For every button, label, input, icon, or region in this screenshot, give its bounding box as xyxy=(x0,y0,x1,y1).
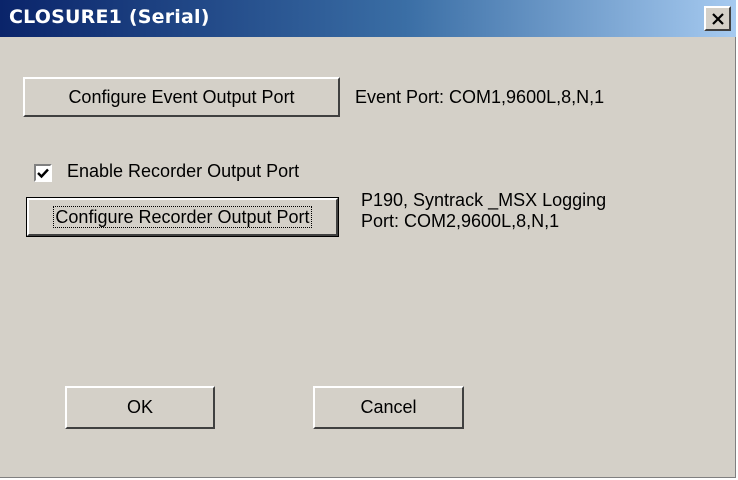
title-bar[interactable]: CLOSURE1 (Serial) xyxy=(0,0,736,37)
dialog-window: CLOSURE1 (Serial) Configure Event Output… xyxy=(0,0,736,478)
close-icon xyxy=(711,12,724,25)
checkmark-icon xyxy=(37,168,49,178)
window-title: CLOSURE1 (Serial) xyxy=(9,6,210,28)
recorder-port-status-line2: Port: COM2,9600L,8,N,1 xyxy=(361,211,560,231)
configure-recorder-output-port-label: Configure Recorder Output Port xyxy=(53,206,312,228)
close-button[interactable] xyxy=(704,6,731,31)
ok-button-label: OK xyxy=(126,397,153,417)
configure-recorder-output-port-button[interactable]: Configure Recorder Output Port xyxy=(26,197,339,237)
event-port-status: Event Port: COM1,9600L,8,N,1 xyxy=(355,87,605,107)
enable-recorder-output-port-checkbox[interactable] xyxy=(34,164,52,182)
enable-recorder-output-port-label[interactable]: Enable Recorder Output Port xyxy=(67,161,299,182)
configure-event-output-port-button[interactable]: Configure Event Output Port xyxy=(23,77,340,117)
configure-event-output-port-label: Configure Event Output Port xyxy=(68,86,295,107)
cancel-button-label: Cancel xyxy=(360,397,417,417)
ok-button[interactable]: OK xyxy=(65,386,215,429)
cancel-button[interactable]: Cancel xyxy=(313,386,464,429)
recorder-port-status-line1: P190, Syntrack _MSX Logging xyxy=(361,190,607,210)
